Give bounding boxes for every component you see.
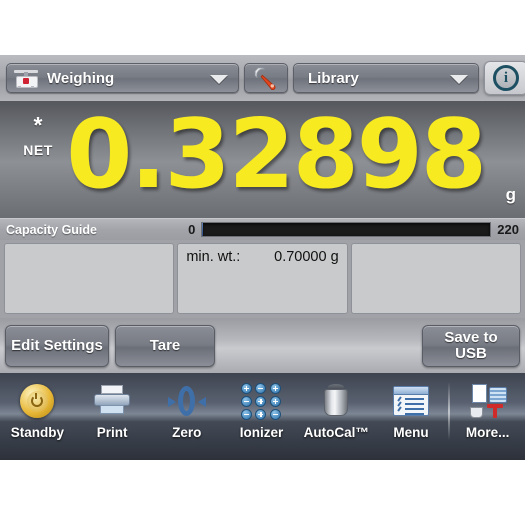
min-weight-label: min. wt.: — [186, 249, 241, 265]
capacity-guide: Capacity Guide 0 220 — [0, 218, 525, 240]
menu-list-icon — [392, 386, 429, 416]
mode-dropdown-value: Weighing — [47, 69, 115, 87]
info-glyph: i — [503, 69, 509, 86]
info-icon: i — [493, 65, 519, 91]
capacity-min-value: 0 — [188, 222, 196, 237]
wrench-icon — [254, 67, 276, 90]
capacity-max-value: 220 — [497, 222, 519, 237]
capacity-bar-track — [201, 222, 492, 237]
save-to-usb-button[interactable]: Save to USB — [422, 324, 520, 367]
ionizer-icon — [240, 382, 283, 420]
display-indicators: * NET — [10, 112, 66, 159]
toolbar-item-ionizer[interactable]: Ionizer — [224, 380, 299, 440]
net-indicator: NET — [23, 142, 53, 158]
printer-icon — [93, 385, 131, 417]
toolbar-label-standby: Standby — [10, 425, 64, 440]
mode-dropdown[interactable]: Weighing — [6, 63, 239, 93]
stability-indicator: * — [33, 112, 43, 138]
edit-settings-button[interactable]: Edit Settings — [5, 324, 109, 367]
top-bar: Weighing Library i — [0, 55, 525, 101]
calibration-weight-icon — [320, 384, 352, 418]
more-applications-icon — [467, 384, 509, 418]
library-dropdown[interactable]: Library — [293, 63, 479, 93]
toolbar-item-more[interactable]: More... — [450, 380, 525, 440]
toolbar-item-standby[interactable]: Standby — [0, 380, 75, 440]
toolbar-label-autocal: AutoCal™ — [303, 425, 369, 440]
balance-icon — [13, 68, 39, 88]
toolbar-item-menu[interactable]: Menu — [374, 380, 449, 440]
weight-value: 0.32898 — [66, 100, 487, 210]
chevron-down-icon — [450, 75, 468, 84]
toolbar-item-zero[interactable]: Zero — [149, 380, 224, 440]
weight-unit: g — [505, 185, 516, 204]
toolbar-label-more: More... — [465, 425, 510, 440]
info-panel-left[interactable] — [4, 243, 175, 314]
toolbar-item-print[interactable]: Print — [75, 380, 150, 440]
balance-touchscreen: Weighing Library i * NET 0.32898 g Capac… — [0, 55, 525, 460]
chevron-down-icon — [210, 75, 228, 84]
toolbar-label-menu: Menu — [393, 425, 429, 440]
library-dropdown-value: Library — [308, 69, 359, 87]
info-panel-center[interactable]: min. wt.: 0.70000 g — [177, 243, 348, 314]
info-panels: min. wt.: 0.70000 g — [0, 240, 525, 318]
bottom-toolbar: Standby Print Zero Ionizer AutoCal™ Menu… — [0, 373, 525, 460]
toolbar-label-zero: Zero — [172, 425, 202, 440]
power-standby-icon — [20, 384, 55, 418]
settings-wrench-button[interactable] — [244, 63, 288, 93]
action-button-bar: Edit Settings Tare Save to USB — [0, 318, 525, 373]
save-to-usb-line2: USB — [455, 344, 487, 362]
zero-icon — [167, 385, 207, 417]
toolbar-item-autocal[interactable]: AutoCal™ — [299, 380, 374, 440]
tare-button[interactable]: Tare — [115, 324, 215, 367]
info-button[interactable]: i — [484, 61, 525, 95]
save-to-usb-line1: Save to — [444, 328, 498, 346]
weight-display: * NET 0.32898 g — [0, 100, 525, 218]
info-panel-right[interactable] — [350, 243, 521, 314]
toolbar-label-print: Print — [96, 425, 128, 440]
min-weight-value: 0.70000 g — [274, 249, 339, 265]
toolbar-label-ionizer: Ionizer — [239, 425, 284, 440]
capacity-guide-label: Capacity Guide — [6, 222, 97, 237]
